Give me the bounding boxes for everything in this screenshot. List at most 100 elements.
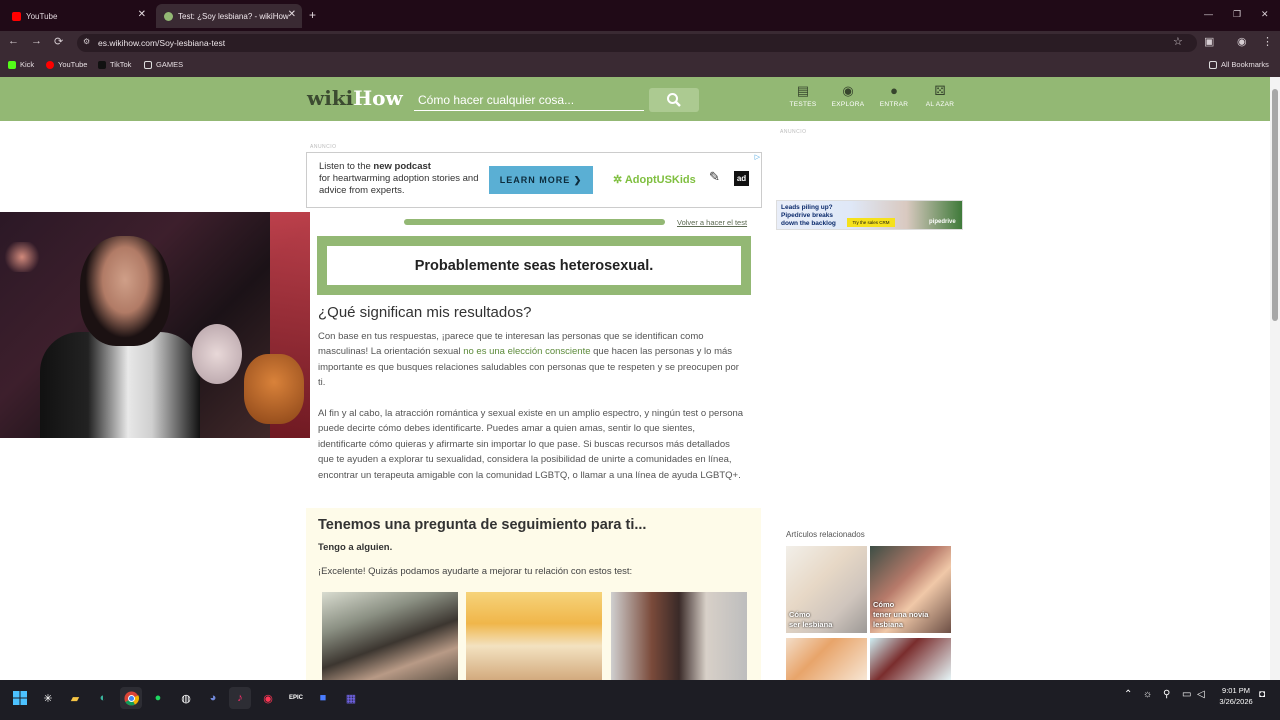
followup-heading: Tenemos una pregunta de seguimiento para…: [318, 517, 647, 533]
back-button[interactable]: ←: [8, 35, 19, 47]
ad-label: ANUNCIO: [780, 129, 807, 135]
side-ad[interactable]: Leads piling up? Pipedrive breaks down the…: [776, 200, 963, 230]
side-ad-line: down the backlog: [781, 220, 836, 227]
github-icon[interactable]: ◍: [175, 687, 197, 709]
widgets-icon[interactable]: ✳: [37, 687, 59, 709]
file-explorer-icon[interactable]: ▰: [64, 687, 86, 709]
edge-icon[interactable]: ◐: [92, 687, 114, 709]
browser-toolbar: ← → ⟳ ⚙ es.wikihow.com/Soy-lesbiana-test…: [0, 31, 1280, 54]
tab-youtube[interactable]: YouTube ✕: [4, 4, 152, 28]
followup-answer: Tengo a alguien.: [318, 542, 393, 553]
adoptuskids-logo: ✲ AdoptUSKids: [613, 174, 696, 186]
webcam-person-body: [40, 332, 200, 438]
orientation-link[interactable]: no es una elección consciente: [463, 346, 590, 357]
epic-games-icon[interactable]: EPIC: [285, 687, 307, 709]
network-icon[interactable]: ▭: [1182, 689, 1191, 700]
ad-text: Listen to the new podcast for heartwarmin…: [319, 161, 489, 197]
notification-icon[interactable]: ◘: [1259, 689, 1265, 700]
wikihow-logo[interactable]: wikiHow: [307, 86, 403, 110]
web-page: wikiHow ▤ TESTES ◉ EXPLORA ● ENTRAR ⚄ AL AZA…: [0, 77, 1270, 680]
bookmark-tiktok[interactable]: TikTok: [98, 60, 131, 69]
tiktok-icon[interactable]: ♪: [229, 687, 251, 709]
adchoices-icon[interactable]: ▷: [755, 153, 760, 161]
close-tab-icon[interactable]: ✕: [288, 9, 296, 20]
bookmark-folder-games[interactable]: GAMES: [144, 60, 183, 69]
browser-tab-strip: YouTube ✕ Test: ¿Soy lesbiana? - wikiHow…: [0, 0, 1280, 31]
grid-app-icon[interactable]: ▦: [340, 687, 362, 709]
compass-icon: ◉: [842, 83, 854, 98]
start-button[interactable]: [9, 687, 31, 709]
chevron-right-icon: ❯: [573, 174, 583, 185]
nav-explora[interactable]: ◉ EXPLORA: [826, 83, 870, 108]
user-icon: ●: [890, 83, 898, 98]
search-button[interactable]: [649, 88, 699, 112]
nav-entrar[interactable]: ● ENTRAR: [872, 83, 916, 108]
seal-icon: ✎: [709, 169, 720, 184]
quiz-card-image-3[interactable]: [611, 592, 747, 680]
menu-icon[interactable]: ⋮: [1262, 35, 1273, 48]
bookmark-kick[interactable]: Kick: [8, 60, 34, 69]
bookmark-youtube[interactable]: YouTube: [46, 60, 87, 69]
close-window-button[interactable]: ✕: [1261, 9, 1269, 20]
webcam-person: [80, 236, 170, 346]
microphone-icon[interactable]: ⚲: [1163, 689, 1170, 700]
tab-title: Test: ¿Soy lesbiana? - wikiHow: [178, 11, 289, 21]
spotify-icon[interactable]: ●: [147, 687, 169, 709]
brightness-icon[interactable]: ☼: [1143, 689, 1152, 700]
results-paragraph-2: Al fin y al cabo, la atracción romántica…: [318, 408, 744, 481]
maximize-button[interactable]: ❐: [1233, 9, 1241, 20]
close-tab-icon[interactable]: ✕: [138, 9, 146, 20]
related-card-4[interactable]: [870, 638, 951, 680]
ad-label: ANUNCIO: [310, 144, 337, 150]
bookmark-star-icon[interactable]: ☆: [1173, 35, 1183, 48]
bookmark-label: Kick: [20, 60, 35, 69]
side-panel-icon[interactable]: ▣: [1204, 35, 1214, 48]
reload-button[interactable]: ⟳: [54, 35, 63, 48]
retake-quiz-link[interactable]: Volver a hacer el test: [677, 218, 747, 227]
chevron-up-icon[interactable]: ⌃: [1124, 689, 1132, 700]
quiz-card-image-1[interactable]: [322, 592, 458, 680]
webcam-overlay: [0, 212, 310, 438]
ad-banner[interactable]: Listen to the new podcast for heartwarmin…: [306, 152, 762, 208]
page-scrollbar[interactable]: [1270, 77, 1280, 680]
tab-wikihow[interactable]: Test: ¿Soy lesbiana? - wikiHow ✕: [156, 4, 302, 28]
nav-label: AL AZAR: [925, 101, 955, 108]
profile-avatar[interactable]: ◉: [1237, 35, 1247, 48]
nav-al-azar[interactable]: ⚄ AL AZAR: [918, 83, 962, 108]
all-bookmarks[interactable]: All Bookmarks: [1209, 60, 1269, 69]
site-header: wikiHow ▤ TESTES ◉ EXPLORA ● ENTRAR ⚄ AL AZA…: [0, 77, 1270, 121]
volume-icon[interactable]: ◁: [1197, 689, 1205, 700]
bookmark-label: YouTube: [58, 60, 88, 69]
result-text: Probablemente seas heterosexual.: [327, 246, 741, 285]
search-input[interactable]: [414, 90, 644, 110]
ad-learn-more-button[interactable]: LEARN MORE ❯: [489, 166, 593, 194]
new-tab-button[interactable]: +: [309, 8, 316, 22]
quiz-card-image-2[interactable]: [466, 592, 602, 680]
windows-taskbar: ✳ ▰ ◐ ● ◍ ◕ ♪ ◉ EPIC ■ ▦ ⌃ ☼ ⚲ ▭ ◁ 9:01 …: [0, 680, 1280, 720]
url-text[interactable]: es.wikihow.com/Soy-lesbiana-test: [98, 38, 225, 48]
webcam-lamp: [2, 242, 42, 272]
side-ad-cta[interactable]: Try the sales CRM: [847, 218, 895, 227]
windows-icon: [13, 691, 27, 705]
nav-testes[interactable]: ▤ TESTES: [781, 83, 825, 108]
search-field[interactable]: [414, 90, 644, 111]
site-info-icon[interactable]: ⚙: [83, 37, 90, 46]
system-clock[interactable]: 9:01 PM 3/26/2026: [1208, 685, 1264, 707]
quiz-icon: ▤: [796, 83, 810, 98]
minimize-button[interactable]: —: [1204, 9, 1213, 19]
wikihow-icon: [164, 11, 173, 21]
related-card-2[interactable]: Cómo tener una novia lesbiana: [870, 546, 951, 633]
related-card-3[interactable]: [786, 638, 867, 680]
scrollbar-thumb[interactable]: [1272, 89, 1278, 321]
bookmarks-bar: Kick YouTube TikTok GAMES All Bookmarks: [0, 54, 1280, 77]
logo-how: How: [353, 86, 403, 110]
youtube-icon: [46, 60, 54, 69]
app-icon[interactable]: ■: [312, 687, 334, 709]
address-bar[interactable]: ⚙ es.wikihow.com/Soy-lesbiana-test: [77, 34, 1197, 52]
chrome-icon[interactable]: [120, 687, 142, 709]
related-card-1[interactable]: Cómo ser lesbiana: [786, 546, 867, 633]
record-app-icon[interactable]: ◉: [257, 687, 279, 709]
forward-button[interactable]: →: [31, 35, 42, 47]
result-box: Probablemente seas heterosexual.: [317, 236, 751, 295]
discord-icon[interactable]: ◕: [202, 687, 224, 709]
